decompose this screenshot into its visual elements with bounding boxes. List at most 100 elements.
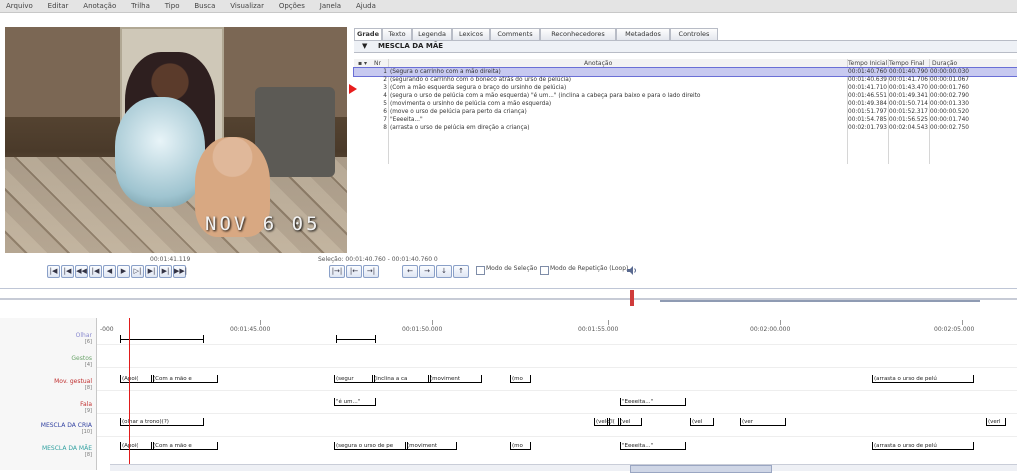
tier-label-child-mix[interactable]: MESCLA DA CRIA [10] — [41, 422, 92, 436]
annotation-segment[interactable]: (Apoi( — [120, 375, 154, 383]
menu-options[interactable]: Opções — [273, 0, 311, 12]
annotation-segment[interactable]: (moviment — [428, 375, 482, 383]
column-annotation[interactable]: Anotação — [584, 59, 612, 68]
menu-type[interactable]: Tipo — [159, 0, 186, 12]
tab-recognizers[interactable]: Reconhecedores — [540, 28, 616, 40]
tier-label-count: [10] — [81, 429, 92, 435]
annotation-segment[interactable]: "Eeeeita..." — [620, 398, 686, 406]
go-to-end-button[interactable]: ▶▶| — [173, 265, 187, 278]
go-to-begin-button[interactable]: |◀ — [47, 265, 60, 278]
annotation-segment[interactable] — [120, 335, 204, 343]
annotation-segment[interactable] — [336, 335, 376, 343]
video-viewer[interactable]: NOV 6 05 — [5, 27, 347, 253]
tier-up-button[interactable]: ↑ — [453, 265, 469, 278]
menu-window[interactable]: Janela — [314, 0, 347, 12]
row-annotation[interactable]: "Eeeeita..." — [390, 116, 850, 124]
annotation-segment[interactable]: (arrasta o urso de pelú — [872, 442, 974, 450]
table-row[interactable]: 4 (segura o urso de pelúcia com a mão es… — [354, 92, 1017, 100]
ruler-label: -000 — [100, 326, 114, 333]
tier-label-mother-mix[interactable]: MESCLA DA MÃE [8] — [42, 445, 92, 459]
tab-lexicons[interactable]: Lexicos — [452, 28, 490, 40]
row-annotation[interactable]: (movimenta o ursinho de pelúcia com a mã… — [390, 100, 850, 108]
tier-label-gestural-movement[interactable]: Mov. gestual [8] — [54, 378, 92, 392]
row-annotation[interactable]: (Segura o carrinho com a mão direita) — [390, 68, 850, 76]
tab-comments[interactable]: Comments — [490, 28, 540, 40]
menu-file[interactable]: Arquivo — [0, 0, 39, 12]
tab-controls[interactable]: Controles — [670, 28, 718, 40]
timeline-scroll-thumb[interactable] — [630, 465, 772, 473]
annotation-segment[interactable]: (Com a mão e — [151, 375, 218, 383]
timeline-viewer[interactable]: Olhar [6] Gestos [4] Mov. gestual [8] Fa… — [0, 318, 1017, 473]
table-row[interactable]: 1 (Segura o carrinho com a mão direita) … — [353, 67, 1017, 77]
menu-tier[interactable]: Trilha — [125, 0, 156, 12]
annotation-segment[interactable]: "é um..." — [334, 398, 376, 406]
column-end-time[interactable]: Tempo Final — [889, 59, 924, 68]
annotation-segment[interactable]: (verl — [986, 418, 1006, 426]
table-row[interactable]: 5 (movimenta o ursinho de pelúcia com a … — [354, 100, 1017, 108]
previous-frame-button[interactable]: |◀ — [89, 265, 102, 278]
table-row[interactable]: 7 "Eeeeita..." 00:01:54.785 00:01:56.525… — [354, 116, 1017, 124]
step-back-button[interactable]: ◀ — [103, 265, 116, 278]
tier-label-gaze[interactable]: Olhar [6] — [76, 332, 92, 346]
table-row[interactable]: 8 (arrasta o urso de pelúcia em direção … — [354, 124, 1017, 132]
column-start-time[interactable]: Tempo Inicial — [848, 59, 887, 68]
tab-text[interactable]: Texto — [382, 28, 412, 40]
playhead-cursor[interactable] — [129, 318, 130, 470]
previous-scroll-button[interactable]: |◀ — [61, 265, 74, 278]
annotation-segment[interactable]: (segur — [334, 375, 375, 383]
next-frame-button[interactable]: ▶| — [145, 265, 158, 278]
annotation-segment[interactable]: (mo — [510, 442, 531, 450]
step-forward-button[interactable]: ▷| — [131, 265, 144, 278]
menu-annotation[interactable]: Anotação — [77, 0, 122, 12]
row-annotation[interactable]: (Com a mão esquerda segura o braço do ur… — [390, 84, 850, 92]
row-annotation[interactable]: (move o urso de pelúcia para perto da cr… — [390, 108, 850, 116]
tier-label-speech[interactable]: Fala [9] — [80, 401, 92, 415]
annotation-segment[interactable]: (mo — [510, 375, 531, 383]
tier-selector[interactable]: ▼ MESCLA DA MÃE — [354, 40, 1017, 53]
table-row[interactable]: 3 (Com a mão esquerda segura o braço do … — [354, 84, 1017, 92]
column-menu-icon[interactable]: ▪ ▾ — [358, 59, 367, 68]
next-scroll-button[interactable]: ▶| — [159, 265, 172, 278]
annotation-segment[interactable]: (moviment — [405, 442, 457, 450]
annotation-segment[interactable]: (vel — [690, 418, 714, 426]
loop-mode-checkbox[interactable] — [540, 266, 549, 275]
play-selection-button[interactable]: |→| — [329, 265, 345, 278]
play-button[interactable]: ▶ — [117, 265, 130, 278]
annotation-segment[interactable]: (segura o urso de pe — [334, 442, 408, 450]
table-row[interactable]: 6 (move o urso de pelúcia para perto da … — [354, 108, 1017, 116]
selection-begin-button[interactable]: |← — [346, 265, 362, 278]
menu-help[interactable]: Ajuda — [350, 0, 382, 12]
row-annotation[interactable]: (segurando o carrinho com o boneco atrás… — [390, 76, 850, 84]
row-annotation[interactable]: (arrasta o urso de pelúcia em direção a … — [390, 124, 850, 132]
annotation-segment[interactable]: (vel — [618, 418, 642, 426]
menu-view[interactable]: Visualizar — [224, 0, 270, 12]
selection-mode-checkbox[interactable] — [476, 266, 485, 275]
annotation-segment[interactable]: "Eeeeita..." — [620, 442, 686, 450]
annotation-segment[interactable]: (inclina a ca — [372, 375, 431, 383]
chevron-down-icon[interactable]: ▼ — [362, 42, 367, 50]
menu-edit[interactable]: Editar — [42, 0, 75, 12]
column-nr[interactable]: Nr — [374, 59, 381, 68]
annotation-segment[interactable]: (olhar a trono)(?) — [120, 418, 204, 426]
annotation-segment[interactable]: (ver — [740, 418, 786, 426]
split-pane-divider[interactable] — [0, 288, 1017, 289]
table-row[interactable]: 2 (segurando o carrinho com o boneco atr… — [354, 76, 1017, 84]
next-annotation-button[interactable]: → — [419, 265, 435, 278]
column-duration[interactable]: Duração — [932, 59, 957, 68]
annotation-segment[interactable]: (Com a mão e — [151, 442, 218, 450]
speaker-icon[interactable] — [626, 265, 638, 276]
tier-label-gestures[interactable]: Gestos [4] — [71, 355, 92, 369]
row-annotation[interactable]: (segura o urso de pelúcia com a mão esqu… — [390, 92, 850, 100]
tab-metadata[interactable]: Metadados — [616, 28, 670, 40]
selection-end-button[interactable]: →| — [363, 265, 379, 278]
annotation-segment[interactable]: (arrasta o urso de pelú — [872, 375, 974, 383]
annotation-segment[interactable]: (Apoi( — [120, 442, 154, 450]
ruler-tick — [432, 320, 433, 325]
prev-annotation-button[interactable]: ← — [402, 265, 418, 278]
rewind-second-button[interactable]: ◀◀ — [75, 265, 88, 278]
menu-search[interactable]: Busca — [188, 0, 221, 12]
tab-subtitles[interactable]: Legenda — [412, 28, 452, 40]
tab-grid[interactable]: Grade — [354, 28, 382, 40]
tier-down-button[interactable]: ↓ — [436, 265, 452, 278]
media-scrubber-thumb[interactable] — [630, 290, 634, 306]
